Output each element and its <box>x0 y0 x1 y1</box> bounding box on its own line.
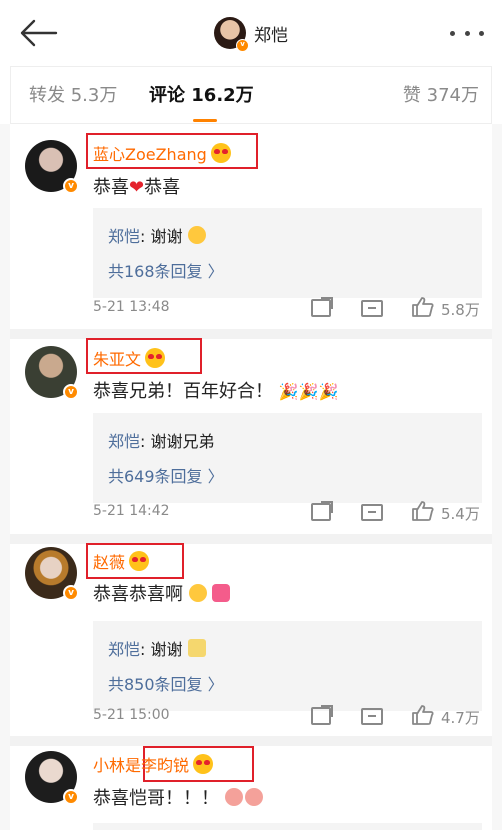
party-popper-icon: 🎉 <box>298 382 319 401</box>
avatar[interactable]: v <box>25 140 79 194</box>
comment-time: 5-21 14:42 <box>93 503 170 519</box>
reply-box[interactable]: 郑恺: 谢谢 共168条回复 〉 <box>93 208 482 298</box>
verified-badge-icon: v <box>63 585 79 601</box>
like-icon[interactable] <box>412 705 434 725</box>
reply-text: 谢谢兄弟 <box>150 432 215 451</box>
view-replies-link[interactable]: 共168条回复 〉 <box>108 258 224 282</box>
grin-emoji-icon <box>187 226 206 244</box>
commenter-name[interactable]: 蓝心ZoeZhang <box>93 141 207 165</box>
comment-text: 恭喜恺哥！！！ <box>93 784 263 810</box>
reply-text: 谢谢 <box>150 227 183 246</box>
gift-heart-emoji-icon <box>212 584 231 602</box>
reply-box[interactable] <box>93 823 482 830</box>
verified-badge-icon: v <box>236 39 249 52</box>
heart-eyes-emoji-icon <box>193 754 214 774</box>
active-tab-indicator <box>193 119 217 122</box>
repost-icon[interactable] <box>311 297 333 317</box>
like-count: 5.8万 <box>441 301 480 319</box>
heart-icon: ❤ <box>129 177 145 198</box>
page-title: 郑恺 <box>254 25 288 46</box>
top-bar: v 郑恺 <box>0 0 502 66</box>
heart-eyes-emoji-icon <box>210 143 231 163</box>
view-replies-link[interactable]: 共649条回复 〉 <box>108 463 224 487</box>
avatar[interactable]: v <box>25 547 79 601</box>
repost-icon[interactable] <box>311 501 333 521</box>
name-row: 赵薇 <box>93 549 150 573</box>
comment-icon[interactable] <box>361 708 383 725</box>
heart-eyes-emoji-icon <box>129 551 150 571</box>
party-popper-icon: 🎉 <box>318 382 339 401</box>
reply-line: 郑恺: 谢谢 <box>108 636 206 660</box>
name-row: 小林是李昀锐 <box>93 752 214 776</box>
heart-eyes-emoji-icon <box>145 348 166 368</box>
comment-text-part: 恭喜 <box>144 177 181 198</box>
reply-separator: : <box>140 432 151 451</box>
party-popper-icon: 🎉 <box>278 382 299 401</box>
view-replies-link[interactable]: 共850条回复 〉 <box>108 671 224 695</box>
commenter-name[interactable]: 朱亚文 <box>93 346 141 370</box>
comment-icon[interactable] <box>361 504 383 521</box>
verified-badge-icon: v <box>63 178 79 194</box>
more-options-icon[interactable] <box>450 22 484 44</box>
reply-author[interactable]: 郑恺 <box>108 432 140 451</box>
comment-item: v 朱亚文 恭喜兄弟！百年好合！ 🎉🎉🎉 郑恺: 谢谢兄弟 共649条回复 〉 … <box>0 330 502 540</box>
comment-text: 恭喜❤恭喜 <box>93 173 180 199</box>
reply-line: 郑恺: 谢谢 <box>108 223 206 247</box>
cheers-emoji-icon <box>187 639 206 657</box>
avatar[interactable]: v <box>25 346 79 400</box>
smile-emoji-icon <box>188 584 207 602</box>
comment-text-part: 恭喜恺哥！！！ <box>93 788 219 809</box>
like-count: 4.7万 <box>441 709 480 727</box>
comment-item: v 小林是李昀锐 恭喜恺哥！！！ <box>0 737 502 830</box>
title-wrap: v 郑恺 <box>0 16 502 52</box>
commenter-name[interactable]: 小林是李昀锐 <box>93 752 189 776</box>
comment-text: 恭喜恭喜啊 <box>93 580 231 606</box>
reply-box[interactable]: 郑恺: 谢谢兄弟 共649条回复 〉 <box>93 413 482 503</box>
comment-icon[interactable] <box>361 300 383 317</box>
reply-author[interactable]: 郑恺 <box>108 227 140 246</box>
comment-time: 5-21 13:48 <box>93 299 170 315</box>
avatar[interactable]: v <box>25 751 79 805</box>
reply-separator: : <box>140 640 151 659</box>
like-count: 5.4万 <box>441 505 480 523</box>
comment-time: 5-21 15:00 <box>93 707 170 723</box>
comment-text-part: 恭喜恭喜啊 <box>93 584 183 605</box>
reply-separator: : <box>140 227 151 246</box>
reply-line: 郑恺: 谢谢兄弟 <box>108 428 215 452</box>
like-icon[interactable] <box>412 501 434 521</box>
reply-text: 谢谢 <box>150 640 183 659</box>
name-row: 蓝心ZoeZhang <box>93 141 231 165</box>
commenter-name[interactable]: 赵薇 <box>93 549 125 573</box>
verified-badge-icon: v <box>63 789 79 805</box>
comment-item: v 赵薇 恭喜恭喜啊 郑恺: 谢谢 共850条回复 〉 5-21 15:00 4… <box>0 535 502 745</box>
comment-text-part: 恭喜 <box>93 177 129 198</box>
reply-author[interactable]: 郑恺 <box>108 640 140 659</box>
comment-text: 恭喜兄弟！百年好合！ 🎉🎉🎉 <box>93 377 339 403</box>
tab-reposts[interactable]: 转发 5.3万 <box>29 81 117 107</box>
verified-badge-icon: v <box>63 384 79 400</box>
reply-box[interactable]: 郑恺: 谢谢 共850条回复 〉 <box>93 621 482 711</box>
author-avatar[interactable]: v <box>214 17 249 52</box>
comment-text-part: 恭喜兄弟！百年好合！ <box>93 381 273 402</box>
tab-likes[interactable]: 赞 374万 <box>403 81 479 107</box>
like-icon[interactable] <box>412 297 434 317</box>
face-emoji-icon <box>224 788 243 806</box>
comment-item: v 蓝心ZoeZhang 恭喜❤恭喜 郑恺: 谢谢 共168条回复 〉 5-21… <box>0 124 502 334</box>
name-row: 朱亚文 <box>93 346 166 370</box>
tab-bar: 转发 5.3万 评论 16.2万 赞 374万 <box>10 66 492 124</box>
face-emoji-icon <box>244 788 263 806</box>
repost-icon[interactable] <box>311 705 333 725</box>
